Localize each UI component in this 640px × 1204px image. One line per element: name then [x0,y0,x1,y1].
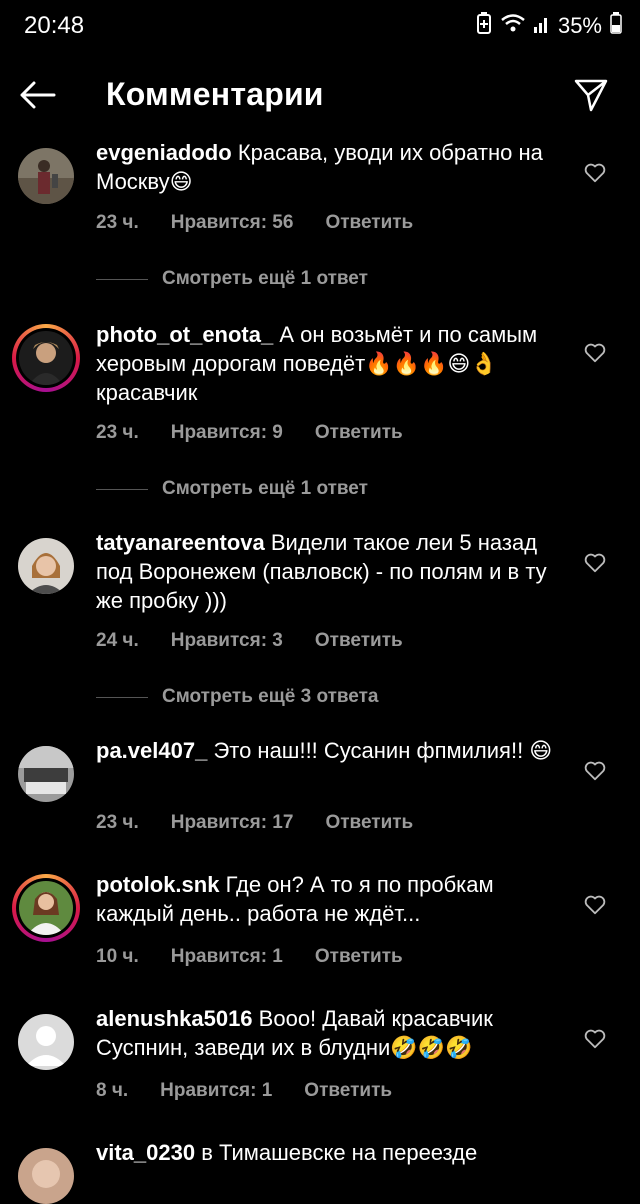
comment-likes[interactable]: Нравится: 17 [171,812,294,834]
status-bar: 20:48 35% [0,0,640,52]
comment-time: 8 ч. [96,1080,129,1101]
heart-icon[interactable] [584,552,606,574]
reply-button[interactable]: Ответить [304,1080,392,1102]
comment-likes[interactable]: Нравится: 1 [171,946,283,968]
comment-text: pa.vel407_ Это наш!!! Сусанин фпмилия!! … [96,736,556,765]
comment-body: в Тимашевске на переезде [201,1140,478,1165]
wifi-icon [500,13,526,39]
avatar[interactable] [18,538,74,594]
comment-text: evgeniadodo Красава, уводи их обратно на… [96,138,556,196]
divider-line [96,278,148,280]
page-title: Комментарии [106,76,324,112]
avatar[interactable] [12,324,80,392]
comment-meta: 23 ч. Нравится: 17 Ответить [96,812,445,834]
status-icons: 35% [476,12,622,40]
signal-icon [533,13,550,39]
comment-username[interactable]: evgeniadodo [96,140,232,165]
comment-likes[interactable]: Нравится: 9 [171,422,283,444]
comment-username[interactable]: tatyanareentova [96,530,265,555]
comment-username[interactable]: alenushka5016 [96,1006,253,1031]
reply-button[interactable]: Ответить [315,946,403,968]
avatar[interactable] [18,1148,74,1204]
comment-likes[interactable]: Нравится: 56 [171,212,294,234]
divider-line [96,488,148,490]
comment-likes[interactable]: Нравится: 3 [171,630,283,652]
back-button[interactable] [14,72,60,118]
comment-username[interactable]: photo_ot_enota_ [96,322,273,347]
avatar[interactable] [12,874,80,942]
comment-text: alenushka5016 Вооо! Давай красавчик Сусп… [96,1004,556,1062]
comment-time: 23 ч. [96,212,139,233]
battery-saver-icon [476,12,492,40]
back-arrow-icon [20,81,56,109]
battery-icon [610,12,622,40]
heart-icon[interactable] [584,162,606,184]
status-time: 20:48 [24,12,85,39]
view-replies-button[interactable]: Смотреть ещё 1 ответ [96,478,368,500]
reply-button[interactable]: Ответить [325,212,413,234]
comment-text: tatyanareentova Видели такое леи 5 назад… [96,528,556,615]
reply-button[interactable]: Ответить [315,630,403,652]
comment-username[interactable]: vita_0230 [96,1140,195,1165]
comment-meta: 8 ч. Нравится: 1 Ответить [96,1080,424,1102]
comment-time: 10 ч. [96,946,139,967]
comment-likes[interactable]: Нравится: 1 [160,1080,272,1102]
avatar[interactable] [18,746,74,802]
comment-text: vita_0230 в Тимашевске на переезде [96,1138,556,1167]
view-replies-button[interactable]: Смотреть ещё 3 ответа [96,686,379,708]
heart-icon[interactable] [584,894,606,916]
heart-icon[interactable] [584,1028,606,1050]
comment-time: 24 ч. [96,630,139,651]
comment-text: photo_ot_enota_ А он возьмёт и по самым … [96,320,556,407]
comment-meta: 23 ч. Нравится: 9 Ответить [96,422,435,444]
view-replies-button[interactable]: Смотреть ещё 1 ответ [96,268,368,290]
comment-meta: 10 ч. Нравится: 1 Ответить [96,946,435,968]
comment-meta: 23 ч. Нравится: 56 Ответить [96,212,445,234]
avatar[interactable] [18,1014,74,1070]
send-icon [574,79,608,112]
heart-icon[interactable] [584,760,606,782]
battery-text: 35% [557,13,602,38]
reply-button[interactable]: Ответить [315,422,403,444]
comment-username[interactable]: potolok.snk [96,872,219,897]
avatar[interactable] [18,148,74,204]
comment-body: Это наш!!! Сусанин фпмилия!! 😄 [213,738,553,763]
comment-username[interactable]: pa.vel407_ [96,738,207,763]
share-button[interactable] [568,72,614,118]
comment-text: potolok.snk Где он? А то я по пробкам ка… [96,870,556,928]
comment-time: 23 ч. [96,812,139,833]
comment-meta: 24 ч. Нравится: 3 Ответить [96,630,435,652]
app-header: Комментарии [0,62,640,128]
divider-line [96,696,148,698]
heart-icon[interactable] [584,342,606,364]
reply-button[interactable]: Ответить [325,812,413,834]
comment-time: 23 ч. [96,422,139,443]
